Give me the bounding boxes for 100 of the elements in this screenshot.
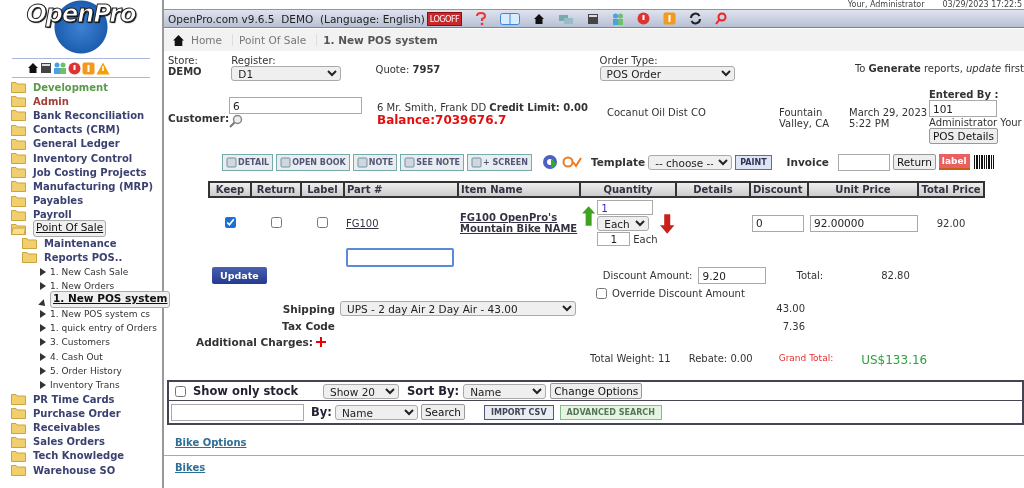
sidebar-item[interactable]: Purchase Order	[33, 407, 121, 419]
tax-code-label: Tax Code	[281, 320, 336, 332]
field-label: Order Type:	[599, 55, 659, 66]
search-icon[interactable]	[715, 12, 728, 25]
toolbar-button[interactable]: NOTE	[352, 153, 398, 171]
sidebar-item[interactable]: Payables	[33, 195, 84, 207]
sidebar-item[interactable]: Job Costing Projects	[33, 166, 147, 178]
breadcrumb-link[interactable]: Home	[191, 34, 233, 46]
override-checkbox[interactable]	[596, 288, 607, 299]
toolbar-button[interactable]: + SCREEN	[467, 153, 532, 171]
home-icon[interactable]	[172, 33, 185, 47]
return-button[interactable]: Return	[893, 154, 936, 170]
report-note: To Generate reports, update first	[854, 63, 1024, 74]
sidebar-item[interactable]: Payroll	[33, 209, 72, 221]
home-icon[interactable]	[27, 62, 39, 74]
column-header: Return	[251, 182, 301, 197]
sidebar-item[interactable]: PR Time Cards	[33, 393, 115, 405]
gear-icon[interactable]	[540, 153, 559, 171]
sidebar-item[interactable]: Point Of Sale	[33, 220, 107, 238]
label-checkbox[interactable]	[317, 216, 328, 228]
help-icon[interactable]	[475, 11, 488, 26]
part-link[interactable]: FG100	[346, 217, 379, 229]
sidebar-item[interactable]: Tech Knowledge	[33, 450, 125, 462]
sidebar-link[interactable]: 3. Customers	[50, 337, 110, 348]
sidebar-link[interactable]: 1. New POS system	[50, 291, 171, 309]
sidebar-link[interactable]: Inventory Trans	[50, 380, 120, 391]
plus-icon[interactable]	[316, 337, 326, 347]
home-icon[interactable]	[533, 12, 546, 25]
override-label: Override Discount Amount	[612, 288, 745, 299]
sidebar-item[interactable]: Sales Orders	[33, 436, 105, 448]
stock-label: Show only stock	[193, 384, 300, 398]
sidebar-item[interactable]: Contacts (CRM)	[33, 124, 121, 136]
customer-field[interactable]: 6	[229, 97, 362, 114]
folder-icon	[11, 464, 26, 477]
part-number-field[interactable]	[346, 248, 454, 267]
city-text: Fountain Valley, CA	[779, 106, 830, 129]
shipping-select[interactable]: UPS - 2 day Air 2 Day Air - 43.00	[340, 301, 576, 316]
sidebar-link[interactable]: 1. quick entry of Orders	[50, 323, 157, 334]
show-count-select[interactable]: Show 20	[323, 383, 399, 399]
toolbar-button[interactable]: OPEN BOOK	[276, 153, 350, 171]
sidebar-item[interactable]: Inventory Control	[33, 152, 133, 164]
calculator-icon[interactable]	[40, 62, 52, 74]
category-link[interactable]: Bike Options	[175, 437, 247, 448]
entered-by-field[interactable]: 101	[929, 100, 997, 117]
refresh-icon[interactable]	[689, 12, 703, 25]
sidebar-link[interactable]: 5. Order History	[50, 365, 122, 376]
barcode-icon[interactable]	[972, 155, 995, 169]
sidebar-item[interactable]: Bank Reconciliation	[33, 109, 145, 121]
import-csv-button[interactable]: IMPORT CSV	[483, 404, 554, 420]
pos-details-button[interactable]: POS Details	[929, 128, 998, 144]
sidebar-item[interactable]: Maintenance	[44, 237, 117, 249]
template-select[interactable]: -- choose --	[648, 154, 733, 170]
calculator-icon[interactable]	[587, 12, 600, 25]
search-icon[interactable]	[229, 114, 243, 128]
total-weight: Total Weight: 11	[590, 353, 671, 366]
change-options-button[interactable]: Change Options	[550, 383, 643, 399]
register-select[interactable]: D1	[231, 66, 342, 81]
sort-select[interactable]: Name	[463, 383, 547, 399]
update-button[interactable]: Update	[212, 267, 267, 284]
discount-amount-field[interactable]: 9.20	[698, 267, 767, 284]
logoff-button[interactable]: LOGOFF	[426, 11, 463, 26]
sidebar-item[interactable]: Receivables	[33, 422, 101, 434]
tax-amount: 7.36	[781, 320, 805, 332]
template-label: Template	[590, 156, 646, 168]
sidebar-link[interactable]: 1. New POS system cs	[50, 309, 151, 320]
toolbar-button[interactable]: DETAIL	[222, 153, 274, 171]
order-type-select[interactable]: POS Order	[599, 66, 735, 81]
quantity-field[interactable]: 1	[597, 200, 654, 215]
paint-button[interactable]: PAINT	[735, 154, 772, 170]
breadcrumb-link[interactable]: Point Of Sale	[239, 34, 318, 46]
item-name-link[interactable]: FG100 OpenPro's Mountain Bike NAME	[460, 212, 578, 234]
folder-icon	[11, 393, 26, 406]
toolbar-button[interactable]: SEE NOTE	[400, 153, 465, 171]
sidebar-item[interactable]: Reports POS..	[44, 251, 123, 263]
keep-checkbox[interactable]	[224, 216, 236, 228]
alert-icon[interactable]	[68, 61, 81, 75]
sidebar-link[interactable]: 1. New Cash Sale	[50, 266, 129, 277]
search-button[interactable]: Search	[420, 404, 465, 420]
sidebar-item[interactable]: Manufacturing (MRP)	[33, 180, 154, 192]
sidebar-link[interactable]: 1. New Orders	[50, 280, 115, 291]
search-field[interactable]	[171, 403, 304, 421]
discount-field[interactable]: 0	[752, 214, 804, 232]
unit-price-field[interactable]: 92.00000	[810, 214, 918, 232]
unit-select[interactable]: Each	[597, 216, 650, 231]
sidebar-item[interactable]: Admin	[33, 95, 69, 107]
sidebar-item[interactable]: Warehouse SO	[33, 464, 116, 476]
return-checkbox[interactable]	[270, 216, 282, 228]
conversion-field[interactable]: 1	[597, 232, 631, 246]
search-by-select[interactable]: Name	[334, 404, 418, 420]
stock-checkbox[interactable]	[175, 385, 186, 397]
customer-label: Customer:	[167, 111, 229, 124]
invoice-field[interactable]	[838, 153, 890, 171]
category-link[interactable]: Bikes	[175, 462, 206, 473]
sidebar-item[interactable]: General Ledger	[33, 138, 120, 150]
shipping-label: Shipping	[281, 302, 336, 315]
check-icon[interactable]	[561, 156, 582, 168]
alert-icon[interactable]	[637, 12, 651, 25]
sidebar-link[interactable]: 4. Cash Out	[50, 351, 103, 362]
advanced-search-button[interactable]: ADVANCED SEARCH	[559, 404, 662, 420]
folder-icon	[11, 137, 26, 150]
